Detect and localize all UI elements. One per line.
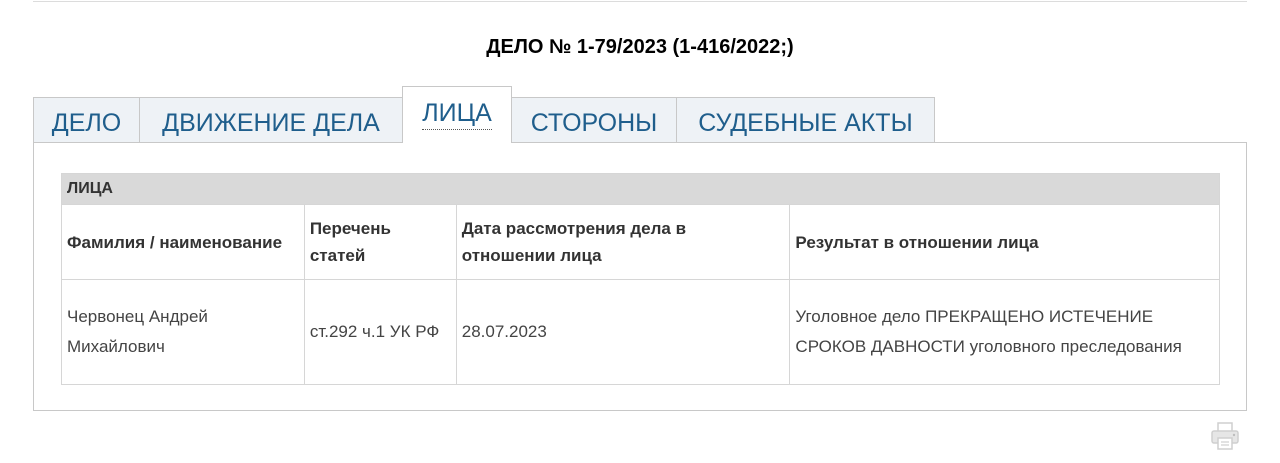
tab-panel-persons: ЛИЦА Фамилия / наименование Перечень ста… xyxy=(33,142,1247,411)
top-divider xyxy=(33,1,1247,2)
tab-case[interactable]: ДЕЛО xyxy=(33,97,140,142)
column-header-date: Дата рассмотрения дела в отношении лица xyxy=(455,204,791,280)
persons-table: ЛИЦА Фамилия / наименование Перечень ста… xyxy=(61,173,1220,385)
column-header-articles: Перечень статей xyxy=(303,204,457,280)
case-tabs: ДЕЛО ДВИЖЕНИЕ ДЕЛА ЛИЦА СТОРОНЫ СУДЕБНЫЕ… xyxy=(33,86,1033,143)
printer-icon[interactable] xyxy=(1209,420,1241,452)
table-header-row: Фамилия / наименование Перечень статей Д… xyxy=(61,204,1220,280)
cell-date: 28.07.2023 xyxy=(455,279,791,385)
cell-name: Червонец Андрей Михайлович xyxy=(61,279,305,385)
tab-persons-label: ЛИЦА xyxy=(422,99,492,130)
tab-parties[interactable]: СТОРОНЫ xyxy=(511,97,677,142)
tab-case-label: ДЕЛО xyxy=(51,109,122,137)
table-section-header: ЛИЦА xyxy=(61,173,1220,205)
section-title: ЛИЦА xyxy=(61,173,1220,205)
tab-persons[interactable]: ЛИЦА xyxy=(402,86,512,143)
tab-case-movement-label: ДВИЖЕНИЕ ДЕЛА xyxy=(162,109,380,137)
case-title: ДЕЛО № 1-79/2023 (1-416/2022;) xyxy=(486,36,794,58)
cell-articles: ст.292 ч.1 УК РФ xyxy=(303,279,457,385)
column-header-name: Фамилия / наименование xyxy=(61,204,305,280)
table-row: Червонец Андрей Михайлович ст.292 ч.1 УК… xyxy=(61,279,1220,385)
cell-result: Уголовное дело ПРЕКРАЩЕНО ИСТЕЧЕНИЕ СРОК… xyxy=(789,279,1220,385)
column-header-result: Результат в отношении лица xyxy=(789,204,1220,280)
tab-case-movement[interactable]: ДВИЖЕНИЕ ДЕЛА xyxy=(139,97,403,142)
tab-court-acts-label: СУДЕБНЫЕ АКТЫ xyxy=(698,109,913,137)
tab-court-acts[interactable]: СУДЕБНЫЕ АКТЫ xyxy=(676,97,935,142)
tab-parties-label: СТОРОНЫ xyxy=(530,109,658,137)
